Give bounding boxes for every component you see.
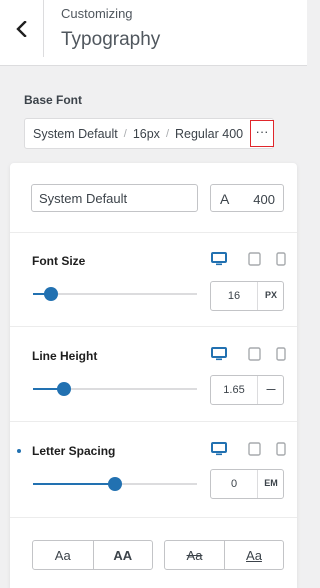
divider [10,326,297,327]
back-arrow-icon [15,20,27,37]
font-size-value: 16 [227,290,241,302]
letter-spacing-slider-handle[interactable] [108,477,122,491]
letter-spacing-value: 0 [230,478,238,490]
font-weight-select[interactable]: A 400 [210,184,284,212]
customizer-header: Customizing Typography [0,0,307,66]
desktop-icon[interactable] [211,442,227,458]
breadcrumb: Customizing [61,6,133,21]
base-font-summary[interactable]: System Default / 16px / Regular 400 [24,118,274,149]
divider [10,232,297,233]
divider [10,517,297,518]
mobile-icon[interactable] [273,252,289,268]
mobile-icon[interactable] [273,347,289,363]
desktop-icon[interactable] [211,347,227,363]
letter-spacing-label: Letter Spacing [32,444,116,458]
line-height-value: 1.65 [223,384,245,396]
font-weight-icon: A [220,191,230,207]
letter-spacing-slider-fill [33,483,115,485]
capitalize-button[interactable]: Aa [33,541,93,569]
separator: / [123,127,127,140]
divider [10,421,297,422]
more-options-button[interactable]: ··· [250,120,274,147]
font-size-unit[interactable]: PX [258,290,284,300]
back-button[interactable] [0,0,44,57]
modified-indicator-dot [17,449,21,453]
line-height-label: Line Height [32,349,98,363]
tablet-icon[interactable] [246,347,262,363]
base-font-label: Base Font [24,93,83,107]
base-font-family: System Default [33,126,118,141]
font-size-slider-handle[interactable] [44,287,59,301]
underline-button[interactable]: Aa [223,541,283,569]
line-height-input[interactable]: 1.65 — [210,375,284,405]
strikethrough-button[interactable]: Aa [165,541,224,569]
font-weight-value: 400 [253,192,275,207]
font-size-label: Font Size [32,254,86,268]
mobile-icon[interactable] [273,442,289,458]
desktop-icon[interactable] [211,252,227,268]
font-family-select[interactable]: System Default [31,184,198,212]
base-font-size: 16px [132,126,160,141]
text-transform-group: Aa AA [32,540,153,570]
separator: / [165,127,169,140]
page-title: Typography [61,29,161,50]
uppercase-button[interactable]: AA [92,541,153,569]
more-icon: ··· [255,124,269,139]
tablet-icon[interactable] [246,442,262,458]
tablet-icon[interactable] [246,252,262,268]
text-decoration-group: Aa Aa [164,540,284,570]
letter-spacing-input[interactable]: 0 EM [210,469,284,499]
line-height-unit[interactable]: — [258,384,284,394]
letter-spacing-unit[interactable]: EM [258,478,284,488]
font-size-input[interactable]: 16 PX [210,281,284,311]
base-font-weight: Regular 400 [175,126,244,141]
